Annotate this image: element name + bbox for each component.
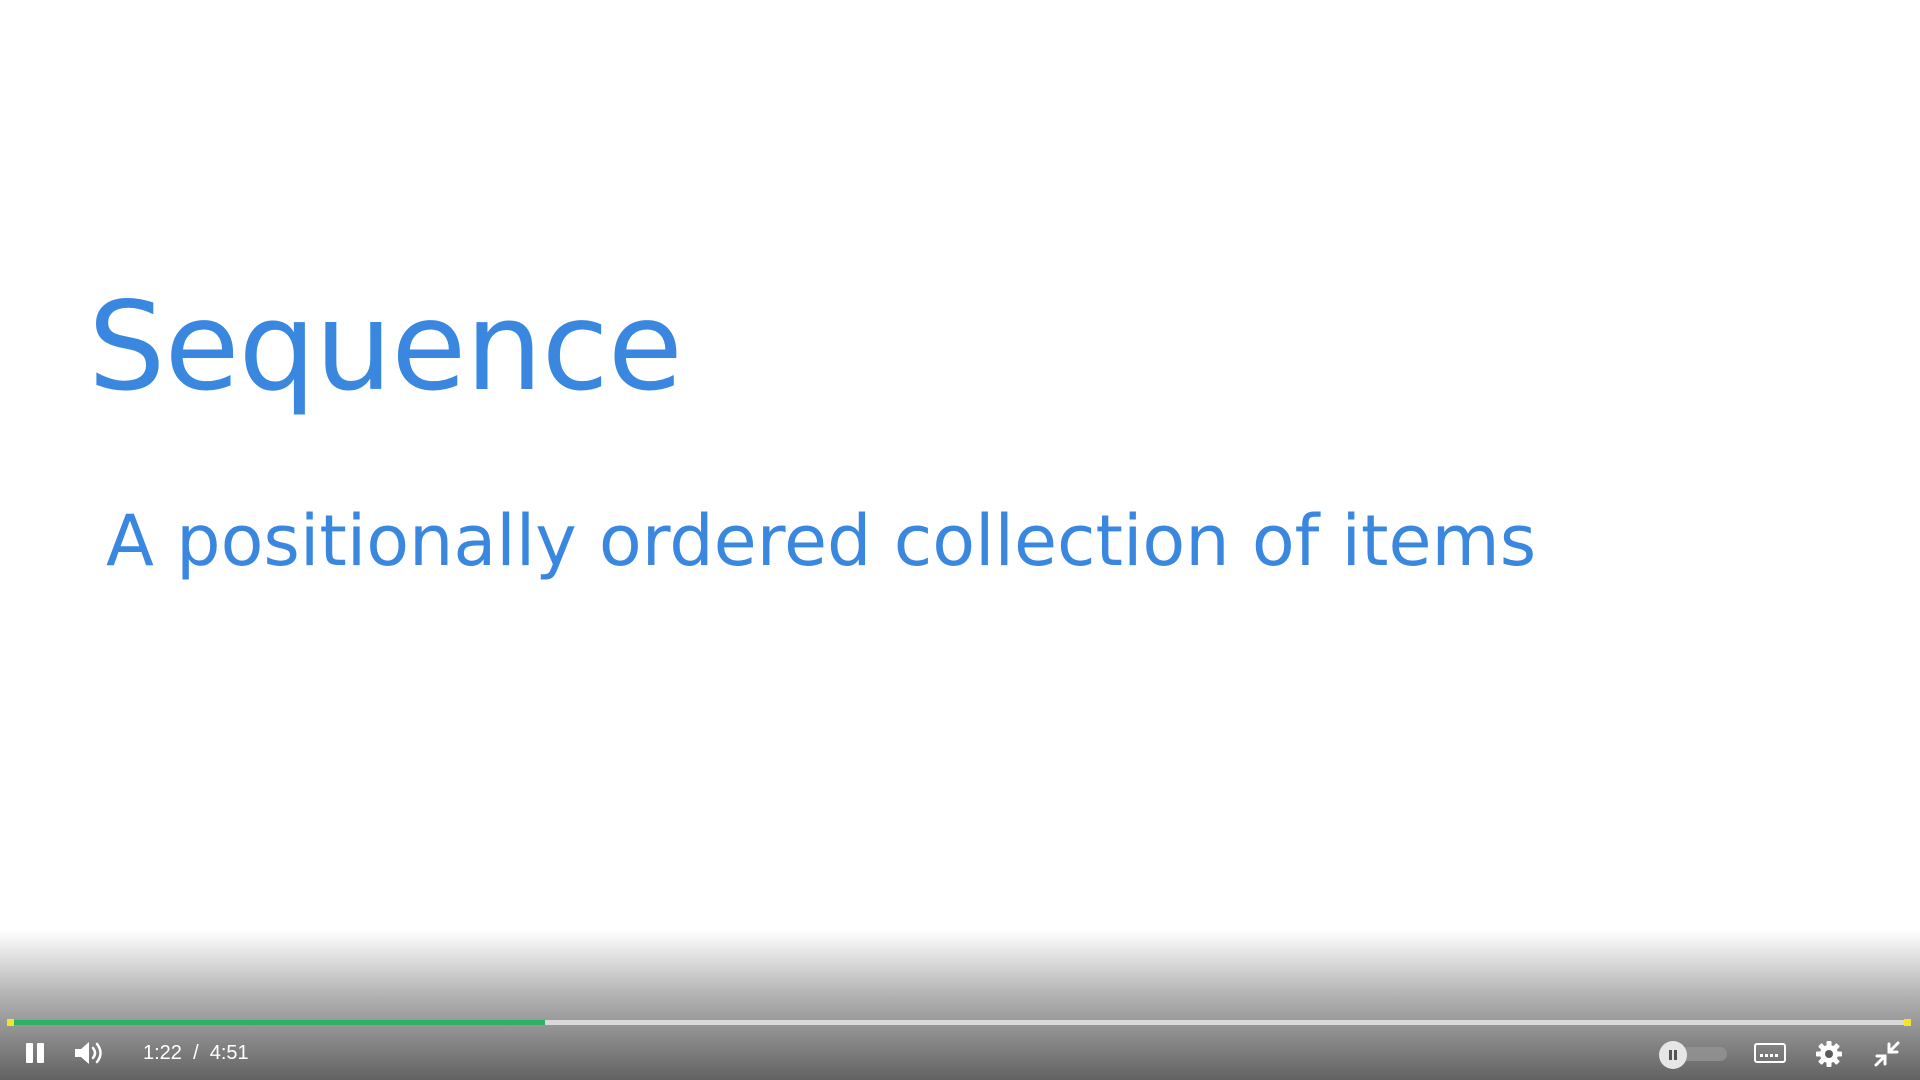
slide-subtitle: A positionally ordered collection of ite… bbox=[106, 500, 1537, 582]
progress-start-marker bbox=[7, 1019, 14, 1026]
volume-button[interactable] bbox=[70, 1036, 108, 1070]
pause-button[interactable] bbox=[18, 1036, 52, 1070]
exit-fullscreen-icon bbox=[1874, 1041, 1900, 1067]
autoplay-pause-icon bbox=[1669, 1050, 1677, 1060]
duration: 4:51 bbox=[209, 1042, 249, 1064]
pause-icon bbox=[26, 1043, 44, 1063]
volume-icon bbox=[75, 1042, 102, 1064]
settings-button[interactable] bbox=[1812, 1037, 1846, 1071]
slide-title: Sequence bbox=[88, 276, 683, 418]
video-player[interactable]: Sequence A positionally ordered collecti… bbox=[0, 0, 1920, 1080]
exit-fullscreen-button[interactable] bbox=[1870, 1037, 1904, 1071]
time-display: 1:22 / 4:51 bbox=[143, 1040, 249, 1066]
captions-icon bbox=[1754, 1043, 1786, 1063]
time-separator: / bbox=[193, 1042, 199, 1064]
progress-end-marker bbox=[1904, 1019, 1911, 1026]
progress-played bbox=[10, 1020, 545, 1025]
gear-icon bbox=[1816, 1041, 1842, 1067]
captions-button[interactable] bbox=[1752, 1038, 1788, 1068]
current-time: 1:22 bbox=[143, 1042, 182, 1064]
controls-gradient bbox=[0, 930, 1920, 1080]
autoplay-knob bbox=[1659, 1041, 1687, 1069]
progress-bar[interactable] bbox=[10, 1020, 1908, 1025]
autoplay-toggle[interactable] bbox=[1659, 1041, 1727, 1069]
